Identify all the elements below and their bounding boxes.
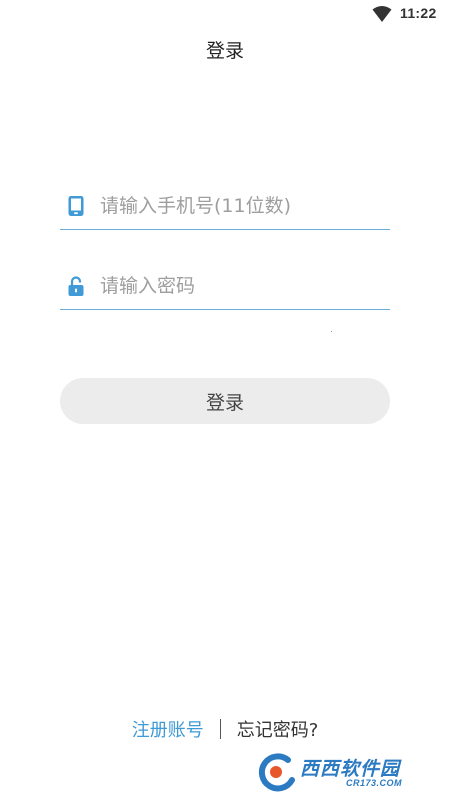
password-input[interactable] [100, 269, 385, 303]
status-bar: 11:22 [0, 0, 450, 28]
page-title: 登录 [205, 40, 244, 62]
watermark: 西西软件园 CR173.COM [258, 752, 438, 792]
forgot-password-link[interactable]: 忘记密码? [237, 720, 319, 741]
lock-icon [67, 275, 85, 297]
phone-input[interactable] [100, 189, 385, 223]
watermark-domain: CR173.COM [346, 778, 403, 788]
watermark-brand: 西西软件园 [300, 758, 401, 780]
wifi-icon [372, 5, 392, 23]
password-field [60, 263, 390, 310]
login-screen: 11:22 登录 登录 注册账号 忘记密码? [0, 0, 450, 798]
phone-icon [67, 195, 85, 217]
watermark-logo-icon [258, 752, 302, 792]
phone-field [60, 183, 390, 230]
decorative-dot [331, 331, 332, 332]
footer-links: 注册账号 忘记密码? [0, 716, 450, 744]
login-button[interactable]: 登录 [60, 378, 390, 424]
status-time: 11:22 [400, 5, 437, 21]
footer-divider [219, 719, 221, 739]
register-link[interactable]: 注册账号 [132, 720, 204, 741]
